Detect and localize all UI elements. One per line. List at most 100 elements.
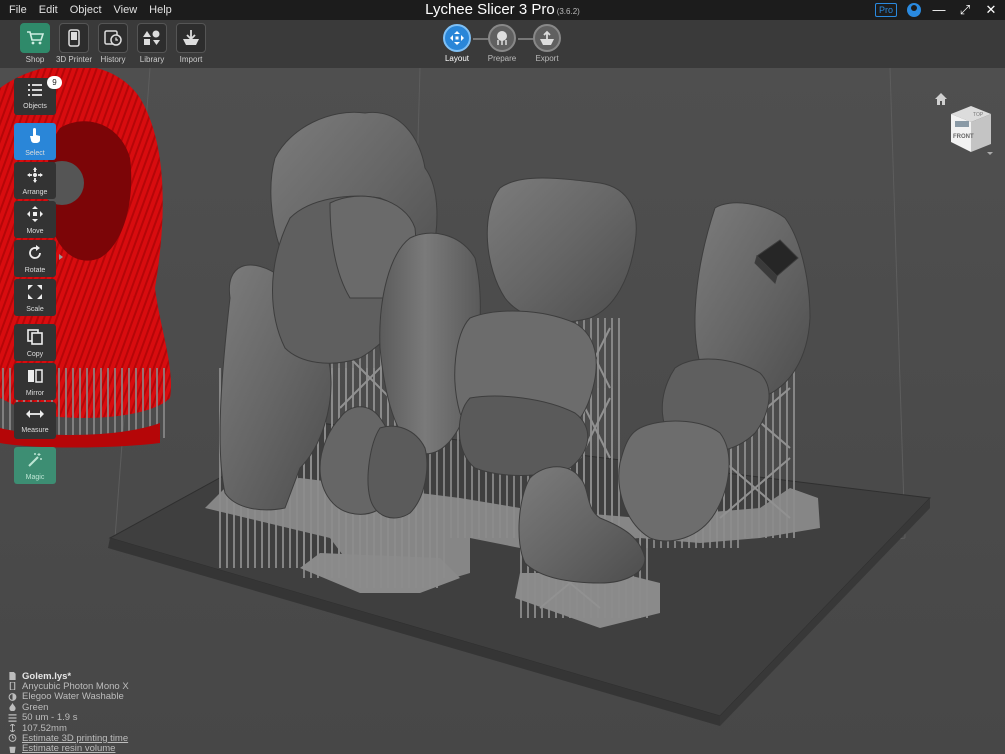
menu-object[interactable]: Object <box>67 4 111 16</box>
shop-label: Shop <box>25 55 45 64</box>
scale-label: Scale <box>26 306 44 313</box>
history-icon <box>98 23 128 53</box>
minimize-icon[interactable]: — <box>931 0 947 20</box>
menu-help[interactable]: Help <box>146 4 181 16</box>
estimate-resin-row: Estimate resin volume <box>8 743 208 754</box>
mirror-icon <box>28 369 43 383</box>
pointer-icon <box>30 128 40 143</box>
select-label: Select <box>25 150 45 157</box>
library-label: Library <box>139 55 165 64</box>
rotate-icon <box>29 245 41 259</box>
step-layout[interactable]: Layout <box>442 24 472 63</box>
left-tool-panel: 9 Objects Select Arrange Move Rotate Sca… <box>14 76 63 486</box>
home-view-icon[interactable] <box>934 92 948 106</box>
magic-tool[interactable]: Magic <box>14 447 56 484</box>
estimate-time-link[interactable]: Estimate 3D printing time <box>22 733 128 744</box>
layers-icon <box>8 713 17 722</box>
measure-icon <box>26 410 44 418</box>
menu-edit[interactable]: Edit <box>36 4 67 16</box>
arrange-tool[interactable]: Arrange <box>14 162 56 199</box>
resin-row: Elegoo Water Washable <box>8 691 208 702</box>
move-icon <box>27 206 43 222</box>
arrange-label: Arrange <box>22 189 48 196</box>
import-button[interactable]: Import <box>171 23 211 67</box>
measure-label: Measure <box>21 427 49 434</box>
menu-file[interactable]: File <box>6 4 36 16</box>
magic-wand-icon <box>28 453 42 467</box>
app-window: File Edit Object View Help Lychee Slicer… <box>0 0 1005 754</box>
step-prepare[interactable]: Prepare <box>487 24 517 63</box>
restore-icon[interactable]: ⤢ <box>957 0 973 20</box>
resin-icon <box>8 692 17 701</box>
printer-row: Anycubic Photon Mono X <box>8 681 208 692</box>
scene-canvas[interactable] <box>0 68 1005 754</box>
file-name: Golem.lys* <box>22 670 72 682</box>
printer-name[interactable]: Anycubic Photon Mono X <box>22 681 129 692</box>
color-drop-icon <box>9 703 16 712</box>
copy-icon <box>27 329 43 345</box>
copy-label: Copy <box>26 351 44 358</box>
clock-icon <box>8 734 17 743</box>
close-icon[interactable]: ✕ <box>983 0 999 20</box>
viewcube-top-label[interactable]: TOP <box>973 112 984 118</box>
rotate-submenu-arrow[interactable] <box>59 254 63 260</box>
history-button[interactable]: History <box>93 23 133 67</box>
resin-name[interactable]: Elegoo Water Washable <box>22 691 124 702</box>
workflow-steps: Layout Prepare Export <box>440 22 570 68</box>
file-name-row: Golem.lys* <box>8 670 208 682</box>
estimate-time-row: Estimate 3D printing time <box>8 733 208 744</box>
rotate-tool[interactable]: Rotate <box>14 240 63 277</box>
arrange-icon <box>27 167 43 183</box>
resin-volume-icon <box>9 746 16 753</box>
step-export-label: Export <box>535 54 559 63</box>
scale-tool[interactable]: Scale <box>14 279 56 316</box>
support-icon <box>488 24 516 52</box>
import-label: Import <box>179 55 203 64</box>
menu-view[interactable]: View <box>111 4 147 16</box>
main-menu: File Edit Object View Help <box>0 4 181 16</box>
list-icon <box>28 84 42 96</box>
menu-bar: File Edit Object View Help Lychee Slicer… <box>0 0 1005 20</box>
move-label: Move <box>26 228 44 235</box>
printer-icon <box>59 23 89 53</box>
file-icon <box>9 672 16 681</box>
rotate-label: Rotate <box>24 267 46 274</box>
print-info-panel: Golem.lys* Anycubic Photon Mono X Elegoo… <box>8 671 208 754</box>
step-prepare-label: Prepare <box>487 54 517 63</box>
shop-button[interactable]: Shop <box>15 23 55 67</box>
3d-viewport[interactable]: TOP FRONT 9 Objects Select Arrange Move … <box>0 68 1005 754</box>
objects-label: Objects <box>23 103 47 110</box>
step-export[interactable]: Export <box>532 24 562 63</box>
export-icon <box>533 24 561 52</box>
3d-printer-button[interactable]: 3D Printer <box>54 23 94 67</box>
color-row: Green <box>8 702 208 713</box>
library-icon <box>137 23 167 53</box>
objects-count-badge: 9 <box>47 76 62 89</box>
magic-label: Magic <box>25 474 45 481</box>
account-icon[interactable] <box>907 3 921 17</box>
objects-button[interactable]: 9 Objects <box>14 76 62 115</box>
copy-tool[interactable]: Copy <box>14 324 56 361</box>
view-cube[interactable]: TOP FRONT <box>947 104 993 156</box>
history-label: History <box>100 55 126 64</box>
measure-tool[interactable]: Measure <box>14 402 56 439</box>
scale-icon <box>28 285 42 299</box>
height-row: 107.52mm <box>8 722 208 734</box>
viewcube-front-label[interactable]: FRONT <box>953 134 974 140</box>
mirror-tool[interactable]: Mirror <box>14 363 56 400</box>
move-tool[interactable]: Move <box>14 201 56 238</box>
app-title: Lychee Slicer 3 Pro <box>425 1 555 18</box>
app-version: (3.6.2) <box>556 7 580 16</box>
layer-settings[interactable]: 50 um - 1.9 s <box>22 712 77 723</box>
estimate-resin-link[interactable]: Estimate resin volume <box>22 743 115 754</box>
resin-color[interactable]: Green <box>22 702 48 713</box>
window-controls: Pro — ⤢ ✕ <box>874 0 999 20</box>
select-tool[interactable]: Select <box>14 123 56 160</box>
model-height: 107.52mm <box>22 722 67 734</box>
layer-row: 50 um - 1.9 s <box>8 712 208 723</box>
import-icon <box>176 23 206 53</box>
mirror-label: Mirror <box>25 390 45 397</box>
printer-small-icon <box>9 682 16 691</box>
library-button[interactable]: Library <box>132 23 172 67</box>
pro-badge[interactable]: Pro <box>874 3 897 17</box>
